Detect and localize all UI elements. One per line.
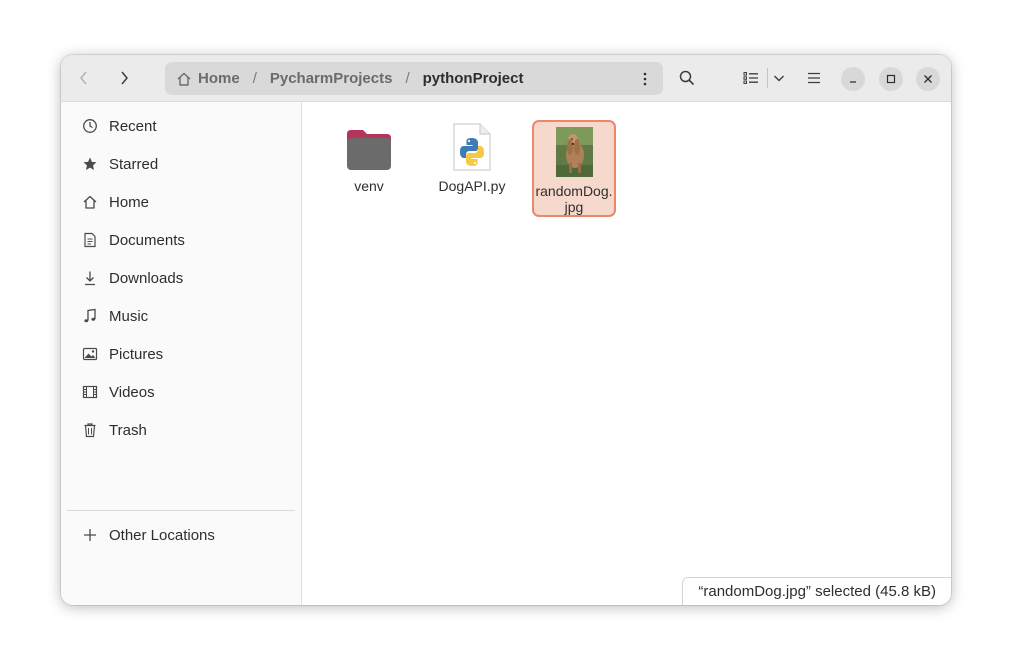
breadcrumb-home[interactable]: Home [176, 70, 240, 87]
breadcrumb-label: Home [198, 70, 240, 87]
download-icon [81, 269, 99, 287]
sidebar-separator [67, 510, 295, 511]
list-view-icon [743, 72, 758, 84]
sidebar-item-pictures[interactable]: Pictures [67, 337, 295, 371]
python-file-icon [442, 120, 502, 172]
breadcrumb-pythonproject[interactable]: pythonProject [423, 70, 524, 87]
hamburger-menu-icon [808, 72, 820, 84]
header-bar: Home / PycharmProjects / pythonProject [61, 55, 951, 102]
sidebar-item-label: Recent [109, 117, 157, 135]
file-manager-window: Home / PycharmProjects / pythonProject R… [61, 55, 951, 605]
breadcrumb-separator: / [252, 70, 257, 87]
sidebar: Recent Starred Home Documents Downloads [61, 102, 302, 605]
clock-icon [81, 117, 99, 135]
sidebar-item-recent[interactable]: Recent [67, 109, 295, 143]
sidebar-item-music[interactable]: Music [67, 299, 295, 333]
document-icon [81, 231, 99, 249]
forward-button[interactable] [109, 64, 139, 92]
plus-icon [81, 526, 99, 544]
picture-icon [81, 345, 99, 363]
maximize-button[interactable] [879, 67, 903, 91]
home-icon [177, 72, 191, 86]
search-button[interactable] [673, 64, 701, 92]
chevron-right-icon [121, 71, 128, 85]
back-button[interactable] [69, 64, 99, 92]
breadcrumb-label: PycharmProjects [269, 70, 393, 87]
sidebar-item-starred[interactable]: Starred [67, 147, 295, 181]
file-item-randomdog-jpg[interactable]: randomDog.jpg [532, 120, 616, 217]
sidebar-item-videos[interactable]: Videos [67, 375, 295, 409]
list-view-button[interactable] [737, 64, 765, 92]
sidebar-item-label: Documents [109, 231, 185, 249]
path-bar: Home / PycharmProjects / pythonProject [165, 62, 663, 95]
close-button[interactable] [916, 67, 940, 91]
sidebar-item-label: Music [109, 307, 149, 325]
file-name: randomDog.jpg [535, 183, 613, 215]
home-icon [81, 193, 99, 211]
film-icon [81, 383, 99, 401]
chevron-left-icon [80, 71, 87, 85]
breadcrumb-label: pythonProject [422, 70, 524, 87]
file-item-dogapi-py[interactable]: DogAPI.py [430, 120, 514, 194]
sidebar-item-home[interactable]: Home [67, 185, 295, 219]
status-text: “randomDog.jpg” selected (45.8 kB) [698, 583, 936, 600]
folder-icon [339, 120, 399, 172]
breadcrumb-separator: / [405, 70, 410, 87]
maximize-icon [886, 74, 896, 84]
sidebar-item-label: Pictures [109, 345, 164, 363]
sidebar-item-label: Trash [109, 421, 147, 439]
file-grid: venv DogAPI.py randomDog.jpg “randomDog.… [302, 102, 951, 605]
sidebar-item-label: Starred [109, 155, 159, 173]
file-item-venv[interactable]: venv [327, 120, 411, 194]
star-icon [81, 155, 99, 173]
close-icon [924, 75, 932, 83]
sidebar-item-label: Other Locations [109, 526, 215, 544]
trash-icon [81, 421, 99, 439]
status-bar: “randomDog.jpg” selected (45.8 kB) [682, 577, 951, 605]
main-menu-button[interactable] [800, 64, 828, 92]
kebab-menu-icon [643, 72, 647, 86]
sidebar-item-label: Downloads [109, 269, 184, 287]
path-menu-button[interactable] [637, 69, 653, 89]
minimize-icon [850, 81, 856, 83]
sidebar-item-label: Home [109, 193, 150, 211]
image-thumbnail [544, 125, 604, 177]
breadcrumb-pycharmprojects[interactable]: PycharmProjects [270, 70, 393, 87]
view-options-button[interactable] [765, 64, 793, 92]
sidebar-item-documents[interactable]: Documents [67, 223, 295, 257]
file-name: venv [354, 178, 384, 194]
file-name: DogAPI.py [438, 178, 506, 194]
chevron-down-icon [774, 75, 784, 82]
sidebar-item-label: Videos [109, 383, 155, 401]
sidebar-item-downloads[interactable]: Downloads [67, 261, 295, 295]
search-icon [679, 70, 695, 86]
minimize-button[interactable] [841, 67, 865, 91]
sidebar-item-trash[interactable]: Trash [67, 413, 295, 447]
sidebar-item-other-locations[interactable]: Other Locations [67, 518, 295, 552]
music-icon [81, 307, 99, 325]
